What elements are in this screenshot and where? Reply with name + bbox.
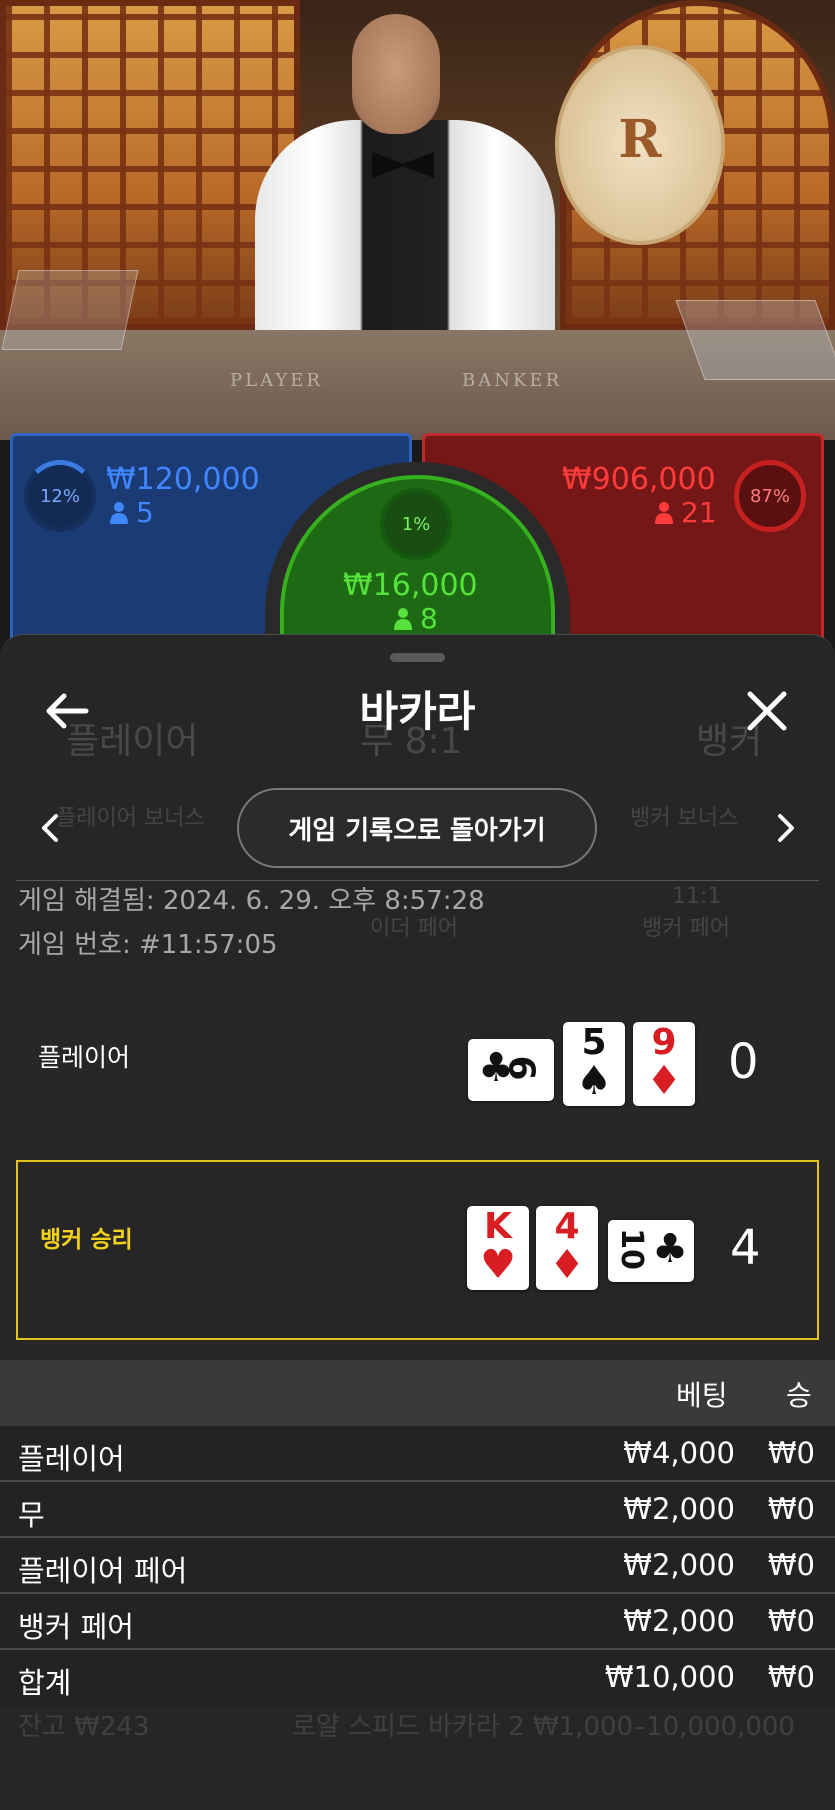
banker-card-2: 4 ♦ <box>536 1206 598 1290</box>
sheet-title: 바카라 <box>359 687 476 736</box>
player-card-2: 5 ♠ <box>563 1022 625 1106</box>
person-icon <box>394 608 412 630</box>
bg-label-banker-pair: 뱅커 페어 <box>642 916 730 941</box>
chevron-left-icon <box>42 814 58 842</box>
person-icon <box>655 502 673 524</box>
player-score: 0 <box>728 1034 759 1090</box>
table-row: 무 ₩2,000 ₩0 <box>0 1482 835 1538</box>
banker-card-3: ♣ 10 <box>608 1220 694 1282</box>
next-round-button[interactable] <box>770 808 800 848</box>
card-suit: ♦ <box>646 1058 682 1104</box>
player-bet-total: ₩120,000 <box>106 462 260 497</box>
bet-amount: ₩4,000 <box>623 1436 735 1470</box>
banker-percent: 87% <box>749 485 790 507</box>
banker-card-1: K ♥ <box>467 1206 529 1290</box>
card-shoe-left <box>1 270 139 350</box>
player-percent: 12% <box>39 485 80 507</box>
bg-label-banker-pair-odds: 11:1 <box>672 884 722 909</box>
card-rank: 9 <box>651 1022 677 1063</box>
player-bettor-count-group: 5 <box>110 496 154 529</box>
close-button[interactable] <box>742 686 792 736</box>
table-total-row: 합계 ₩10,000 ₩0 <box>0 1650 835 1706</box>
chevron-right-icon <box>778 814 794 842</box>
bg-footer-balance: 잔고 ₩243 <box>18 1712 150 1742</box>
banker-hand-row: 뱅커 승리 K ♥ 4 ♦ ♣ 10 4 <box>16 1160 819 1340</box>
bet-amount: ₩2,000 <box>623 1548 735 1582</box>
bet-amount: ₩2,000 <box>623 1604 735 1638</box>
table-row: 플레이어 페어 ₩2,000 ₩0 <box>0 1538 835 1594</box>
bet-type: 플레이어 <box>18 1442 125 1476</box>
casino-logo: R <box>555 45 725 245</box>
card-suit: ♥ <box>480 1242 516 1288</box>
card-suit: ♣ <box>652 1226 688 1272</box>
card-rank: 4 <box>554 1206 580 1247</box>
dealer-head <box>352 14 440 134</box>
card-suit: ♠ <box>576 1058 612 1104</box>
banker-percent-ring: 87% <box>734 460 806 532</box>
banker-bettor-count-group: 21 <box>655 496 717 529</box>
win-amount: ₩0 <box>767 1492 815 1526</box>
bg-label-banker-bonus: 뱅커 보너스 <box>630 806 739 831</box>
win-column-header: 승 <box>786 1379 812 1412</box>
win-amount: ₩0 <box>767 1436 815 1470</box>
card-rank: 6 <box>500 1055 542 1081</box>
sheet-drag-handle[interactable] <box>390 653 445 662</box>
bet-column-header: 베팅 <box>676 1379 728 1412</box>
return-to-history-button[interactable]: 게임 기록으로 돌아가기 <box>237 788 597 868</box>
bet-type: 무 <box>18 1498 45 1532</box>
card-rank: 5 <box>581 1022 607 1063</box>
banker-hand-label: 뱅커 승리 <box>40 1227 133 1253</box>
close-icon <box>747 691 787 731</box>
banker-bet-total: ₩906,000 <box>562 462 716 497</box>
player-card-3: 9 ♦ <box>633 1022 695 1106</box>
game-number: 게임 번호: #11:57:05 <box>18 930 278 960</box>
tie-bettor-count: 8 <box>420 602 438 635</box>
table-row: 플레이어 ₩4,000 ₩0 <box>0 1426 835 1482</box>
table-row: 뱅커 페어 ₩2,000 ₩0 <box>0 1594 835 1650</box>
bet-type: 뱅커 페어 <box>18 1610 134 1644</box>
person-icon <box>110 502 128 524</box>
bg-footer-table-name: 로얄 스피드 바카라 2 ₩1,000–10,000,000 <box>292 1712 795 1742</box>
bet-type: 합계 <box>18 1666 72 1700</box>
tie-bet-total: ₩16,000 <box>343 568 478 603</box>
bet-type: 플레이어 페어 <box>18 1554 188 1588</box>
win-amount: ₩0 <box>767 1548 815 1582</box>
player-hand-label: 플레이어 <box>38 1043 131 1072</box>
player-bettor-count: 5 <box>136 496 154 529</box>
player-hand-row: 플레이어 ♣ 6 5 ♠ 9 ♦ 0 <box>16 980 819 1160</box>
player-percent-ring: 12% <box>24 460 96 532</box>
win-amount: ₩0 <box>767 1604 815 1638</box>
card-suit: ♦ <box>549 1242 585 1288</box>
card-rank: 10 <box>613 1228 649 1270</box>
card-rank: K <box>484 1206 512 1247</box>
felt-banker-label: BANKER <box>462 370 563 391</box>
bet-amount: ₩2,000 <box>623 1492 735 1526</box>
banker-score: 4 <box>730 1220 761 1276</box>
player-card-1: ♣ 6 <box>468 1039 554 1101</box>
banker-bettor-count: 21 <box>681 496 717 529</box>
bet-amount: ₩10,000 <box>604 1660 735 1694</box>
dealer-body <box>255 120 555 350</box>
card-shoe-right <box>675 300 835 380</box>
bets-table-header: 베팅 승 <box>0 1360 835 1426</box>
win-amount: ₩0 <box>767 1660 815 1694</box>
game-settled-time: 게임 해결됨: 2024. 6. 29. 오후 8:57:28 <box>18 886 485 916</box>
tie-percent: 1% <box>401 513 431 535</box>
casino-logo-letter: R <box>618 109 662 170</box>
bg-label-player-bonus: 플레이어 보너스 <box>56 806 205 831</box>
return-to-history-label: 게임 기록으로 돌아가기 <box>288 815 546 846</box>
live-video-feed: R PLAYER BANKER <box>0 0 835 440</box>
tie-percent-ring: 1% <box>380 488 452 560</box>
back-button[interactable] <box>42 686 92 736</box>
felt-player-label: PLAYER <box>230 370 323 391</box>
previous-round-button[interactable] <box>36 808 66 848</box>
arrow-left-icon <box>46 693 89 729</box>
tie-bettor-count-group: 8 <box>394 602 438 635</box>
